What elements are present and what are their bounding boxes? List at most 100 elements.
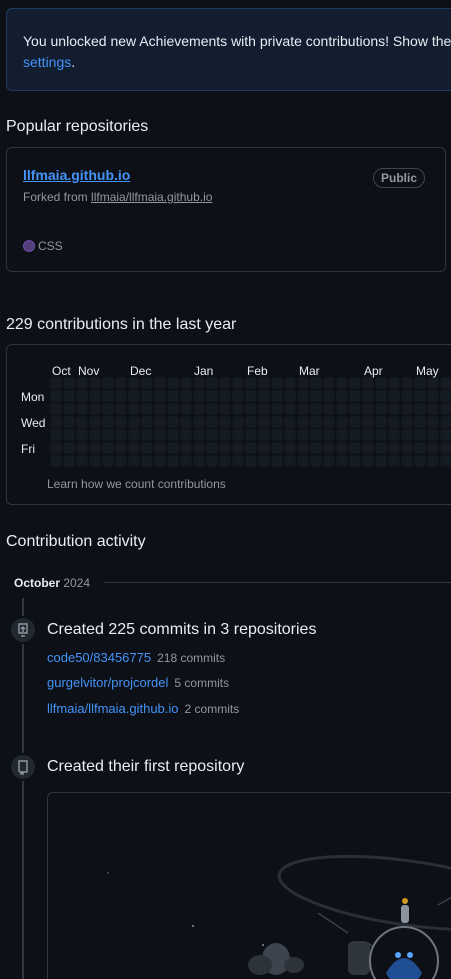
contribution-day-cell[interactable] <box>220 443 230 453</box>
contribution-day-cell[interactable] <box>402 391 412 401</box>
contribution-day-cell[interactable] <box>181 404 191 414</box>
contribution-day-cell[interactable] <box>155 378 165 388</box>
contribution-day-cell[interactable] <box>64 391 74 401</box>
contribution-day-cell[interactable] <box>51 378 61 388</box>
contribution-day-cell[interactable] <box>220 391 230 401</box>
contribution-day-cell[interactable] <box>103 456 113 466</box>
commits-summary[interactable]: Created 225 commits in 3 repositories <box>47 621 316 639</box>
contribution-day-cell[interactable] <box>389 391 399 401</box>
contribution-day-cell[interactable] <box>77 404 87 414</box>
contribution-day-cell[interactable] <box>207 391 217 401</box>
contribution-day-cell[interactable] <box>155 456 165 466</box>
contribution-day-cell[interactable] <box>207 378 217 388</box>
contribution-day-cell[interactable] <box>415 417 425 427</box>
settings-link[interactable]: settings <box>23 54 71 70</box>
contribution-day-cell[interactable] <box>168 378 178 388</box>
contribution-day-cell[interactable] <box>129 456 139 466</box>
contribution-day-cell[interactable] <box>311 378 321 388</box>
contribution-day-cell[interactable] <box>428 417 438 427</box>
contribution-day-cell[interactable] <box>194 430 204 440</box>
contribution-day-cell[interactable] <box>389 456 399 466</box>
contribution-day-cell[interactable] <box>207 404 217 414</box>
contribution-day-cell[interactable] <box>376 378 386 388</box>
contribution-day-cell[interactable] <box>376 404 386 414</box>
contribution-day-cell[interactable] <box>259 443 269 453</box>
contribution-day-cell[interactable] <box>233 404 243 414</box>
contribution-day-cell[interactable] <box>402 378 412 388</box>
contribution-day-cell[interactable] <box>194 417 204 427</box>
contribution-day-cell[interactable] <box>337 456 347 466</box>
contribution-day-cell[interactable] <box>90 391 100 401</box>
contribution-day-cell[interactable] <box>298 391 308 401</box>
contribution-day-cell[interactable] <box>181 443 191 453</box>
contribution-day-cell[interactable] <box>298 404 308 414</box>
contribution-day-cell[interactable] <box>428 378 438 388</box>
contribution-day-cell[interactable] <box>389 430 399 440</box>
contribution-day-cell[interactable] <box>376 456 386 466</box>
contribution-day-cell[interactable] <box>129 391 139 401</box>
contribution-day-cell[interactable] <box>441 378 451 388</box>
contribution-day-cell[interactable] <box>129 378 139 388</box>
contribution-day-cell[interactable] <box>285 391 295 401</box>
contribution-day-cell[interactable] <box>389 443 399 453</box>
contribution-day-cell[interactable] <box>220 417 230 427</box>
contribution-day-cell[interactable] <box>272 391 282 401</box>
contribution-day-cell[interactable] <box>363 378 373 388</box>
contribution-day-cell[interactable] <box>246 456 256 466</box>
contribution-day-cell[interactable] <box>51 391 61 401</box>
contribution-day-cell[interactable] <box>259 456 269 466</box>
contribution-day-cell[interactable] <box>298 443 308 453</box>
repo-name-link[interactable]: llfmaia.github.io <box>23 167 130 183</box>
contribution-day-cell[interactable] <box>415 378 425 388</box>
contribution-day-cell[interactable] <box>441 417 451 427</box>
contribution-day-cell[interactable] <box>116 456 126 466</box>
contribution-day-cell[interactable] <box>142 443 152 453</box>
contribution-day-cell[interactable] <box>324 417 334 427</box>
contribution-day-cell[interactable] <box>77 443 87 453</box>
contribution-day-cell[interactable] <box>428 443 438 453</box>
contribution-day-cell[interactable] <box>207 417 217 427</box>
contribution-day-cell[interactable] <box>350 378 360 388</box>
contribution-day-cell[interactable] <box>259 417 269 427</box>
contribution-day-cell[interactable] <box>77 456 87 466</box>
contribution-day-cell[interactable] <box>142 378 152 388</box>
contribution-day-cell[interactable] <box>441 430 451 440</box>
contribution-day-cell[interactable] <box>246 391 256 401</box>
contribution-day-cell[interactable] <box>311 417 321 427</box>
contribution-day-cell[interactable] <box>116 430 126 440</box>
contribution-day-cell[interactable] <box>233 430 243 440</box>
contribution-day-cell[interactable] <box>350 391 360 401</box>
contribution-day-cell[interactable] <box>233 417 243 427</box>
commit-count[interactable]: 218 commits <box>157 651 225 665</box>
contribution-day-cell[interactable] <box>207 430 217 440</box>
contribution-day-cell[interactable] <box>337 430 347 440</box>
contribution-day-cell[interactable] <box>441 404 451 414</box>
contribution-day-cell[interactable] <box>116 443 126 453</box>
contribution-day-cell[interactable] <box>337 404 347 414</box>
contribution-day-cell[interactable] <box>428 391 438 401</box>
contribution-day-cell[interactable] <box>220 430 230 440</box>
contribution-day-cell[interactable] <box>181 391 191 401</box>
contribution-day-cell[interactable] <box>337 391 347 401</box>
contribution-day-cell[interactable] <box>129 417 139 427</box>
contribution-day-cell[interactable] <box>311 456 321 466</box>
contribution-day-cell[interactable] <box>168 404 178 414</box>
contribution-day-cell[interactable] <box>285 378 295 388</box>
contribution-day-cell[interactable] <box>181 456 191 466</box>
contribution-day-cell[interactable] <box>90 430 100 440</box>
contribution-day-cell[interactable] <box>363 391 373 401</box>
contribution-day-cell[interactable] <box>350 417 360 427</box>
commit-repo-link[interactable]: llfmaia/llfmaia.github.io <box>47 701 179 716</box>
contribution-day-cell[interactable] <box>220 378 230 388</box>
contribution-day-cell[interactable] <box>129 443 139 453</box>
contribution-day-cell[interactable] <box>64 417 74 427</box>
contribution-day-cell[interactable] <box>246 378 256 388</box>
contribution-day-cell[interactable] <box>389 378 399 388</box>
contribution-day-cell[interactable] <box>168 417 178 427</box>
contribution-day-cell[interactable] <box>168 456 178 466</box>
contribution-day-cell[interactable] <box>51 417 61 427</box>
contribution-day-cell[interactable] <box>272 456 282 466</box>
contribution-day-cell[interactable] <box>402 456 412 466</box>
contribution-day-cell[interactable] <box>428 430 438 440</box>
contribution-day-cell[interactable] <box>103 430 113 440</box>
